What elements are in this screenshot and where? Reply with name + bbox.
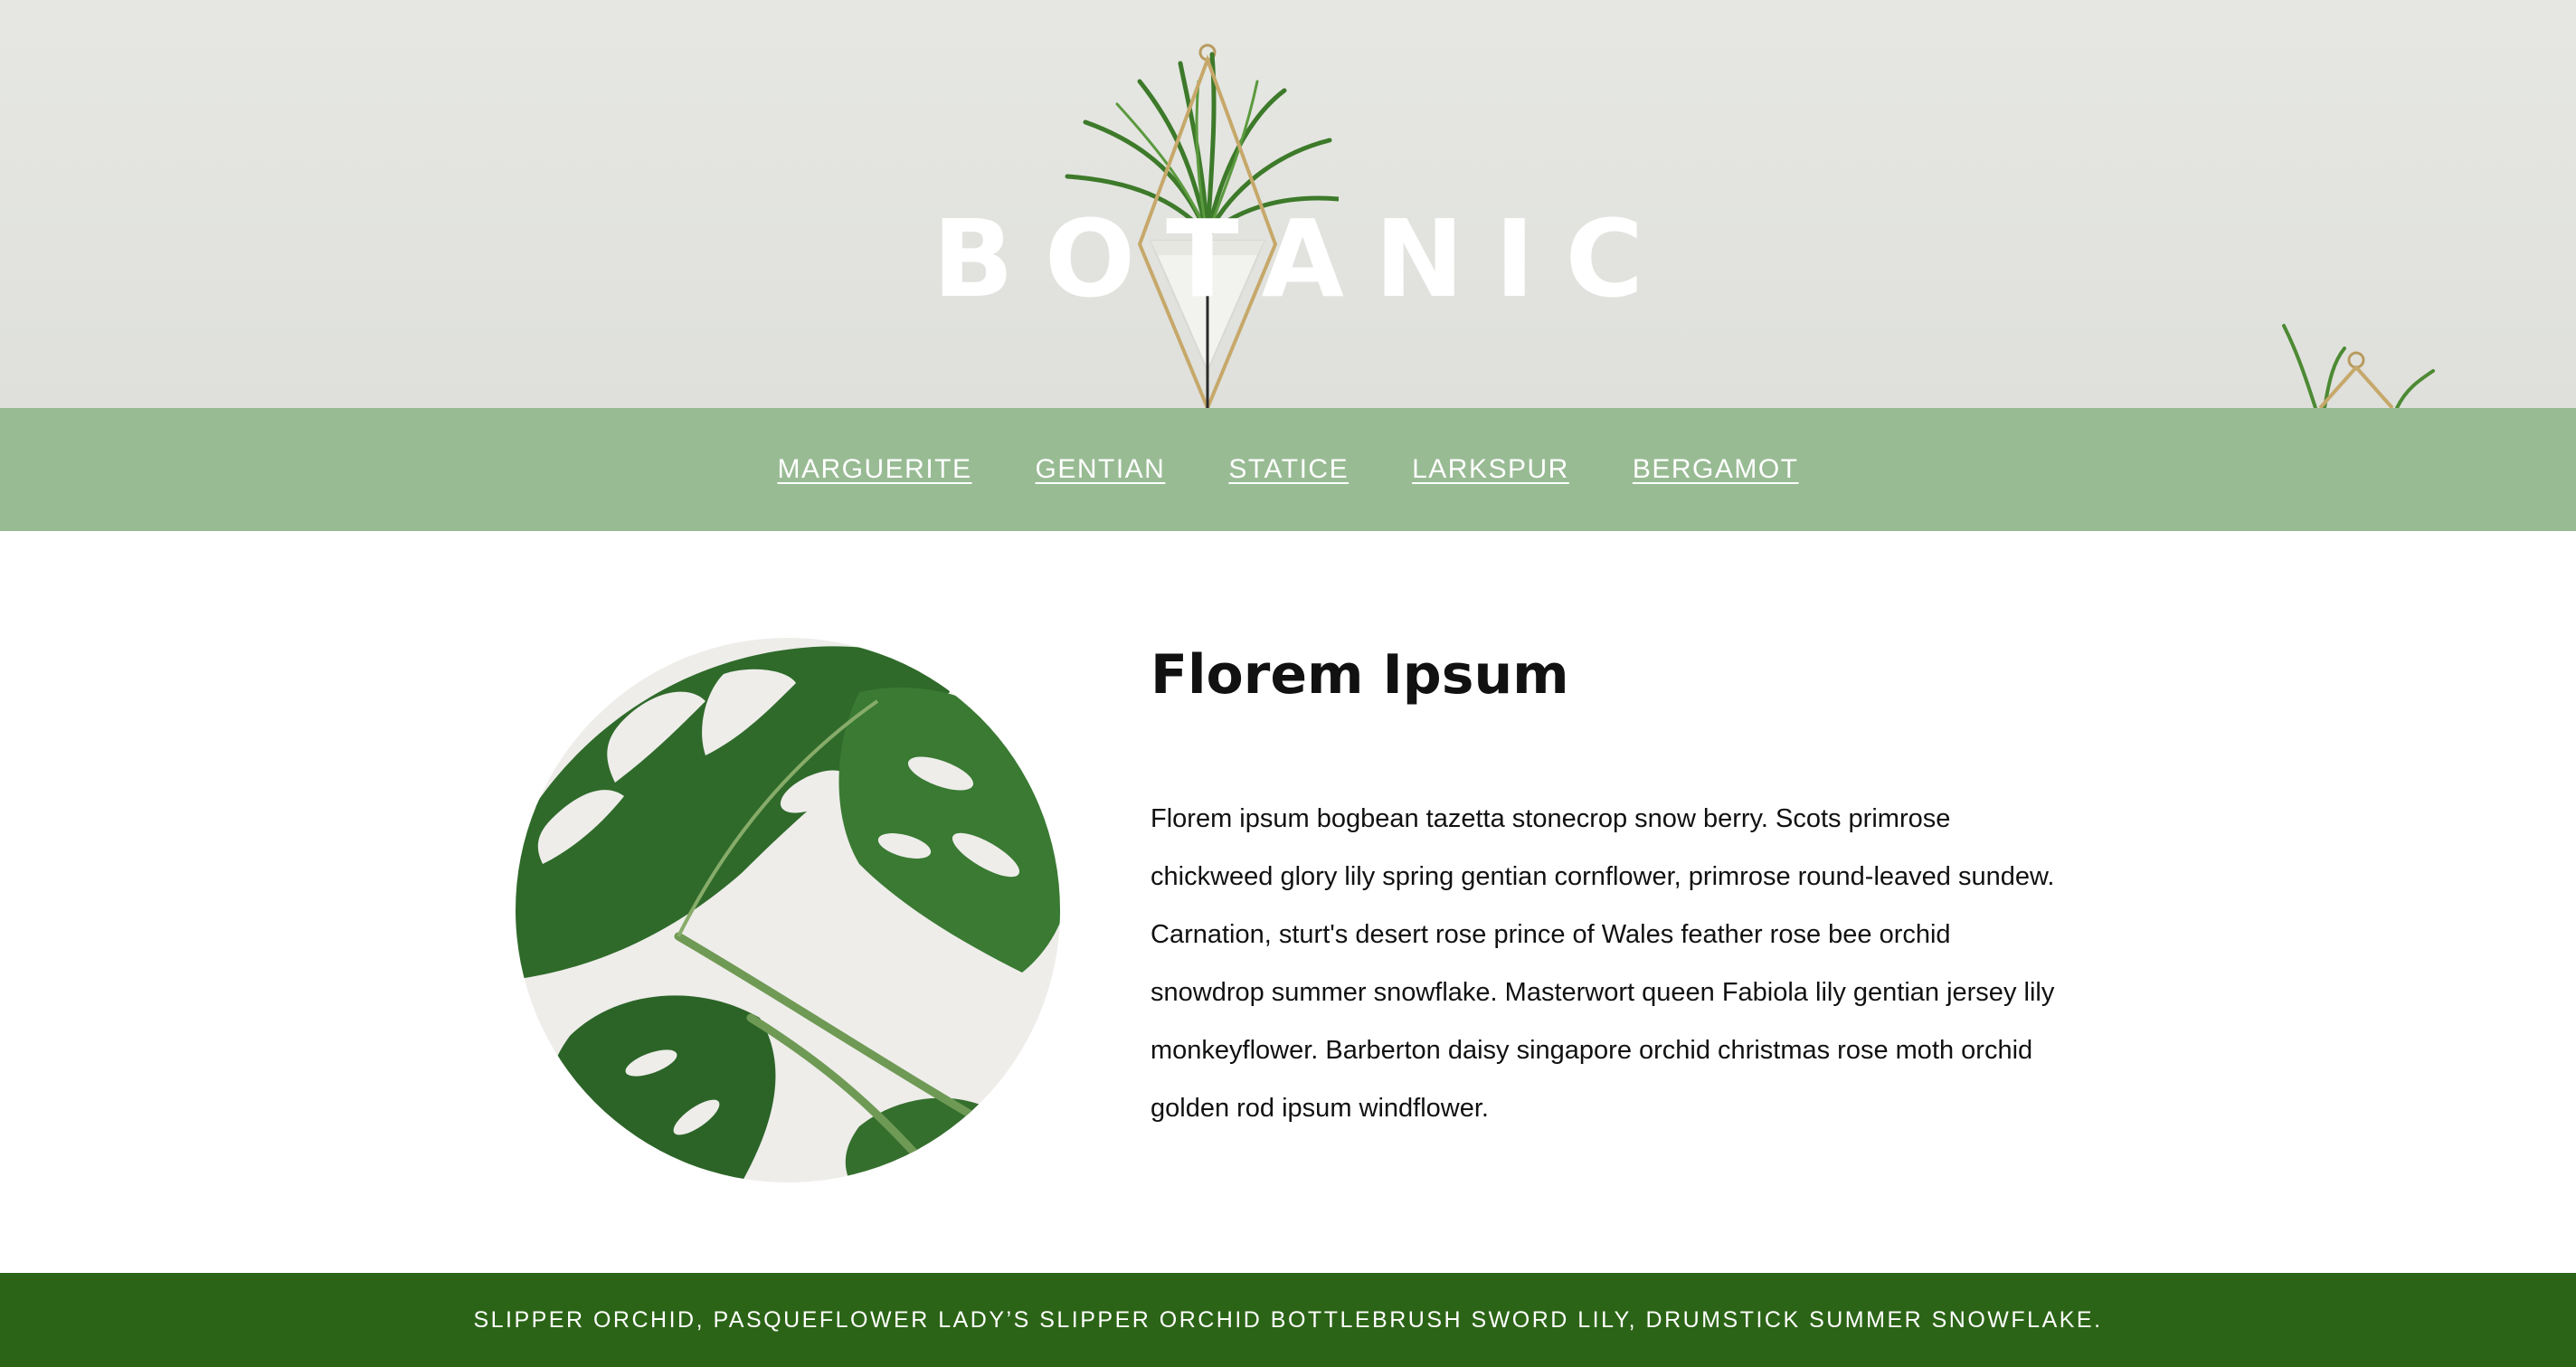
monstera-leaf-image xyxy=(516,638,1060,1182)
site-title: BOTANIC xyxy=(932,196,1675,322)
main-content: Florem Ipsum Florem ipsum bogbean tazett… xyxy=(0,531,2576,1273)
nav-link-larkspur[interactable]: LARKSPUR xyxy=(1412,454,1569,485)
small-planter-image xyxy=(2282,324,2435,408)
hero-banner: BOTANIC xyxy=(0,0,2576,408)
nav-link-marguerite[interactable]: MARGUERITE xyxy=(777,454,971,485)
article-body-text: Florem ipsum bogbean tazetta stonecrop s… xyxy=(1151,804,2055,1123)
nav-link-gentian[interactable]: GENTIAN xyxy=(1036,454,1166,485)
monstera-illustration xyxy=(516,638,1060,1182)
nav-link-statice[interactable]: STATICE xyxy=(1228,454,1349,485)
main-navigation: MARGUERITE GENTIAN STATICE LARKSPUR BERG… xyxy=(0,408,2576,531)
site-footer: SLIPPER ORCHID, PASQUEFLOWER LADY’S SLIP… xyxy=(0,1273,2576,1367)
article-heading: Florem Ipsum xyxy=(1151,643,1569,707)
nav-link-bergamot[interactable]: BERGAMOT xyxy=(1633,454,1799,485)
footer-text: SLIPPER ORCHID, PASQUEFLOWER LADY’S SLIP… xyxy=(473,1306,2103,1333)
